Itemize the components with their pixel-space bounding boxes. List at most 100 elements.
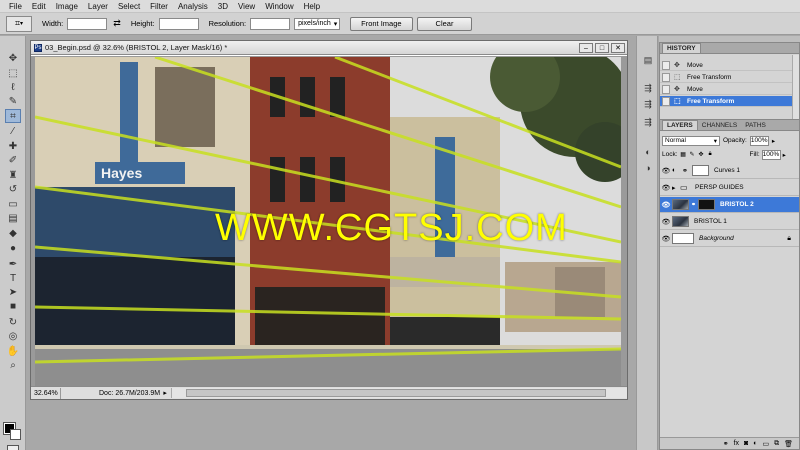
- tab-history[interactable]: HISTORY: [662, 43, 701, 53]
- pen-tool-icon[interactable]: ✒: [6, 258, 20, 270]
- quick-mask-button[interactable]: [7, 445, 19, 450]
- info-panel-icon[interactable]: ⇶: [641, 116, 655, 128]
- marquee-tool-icon[interactable]: ⬚: [6, 67, 20, 79]
- path-select-tool-icon[interactable]: ➤: [6, 286, 20, 298]
- 3d-orbit-tool-icon[interactable]: ◎: [6, 330, 20, 342]
- new-group-icon[interactable]: ▭: [762, 440, 769, 448]
- visibility-eye-icon[interactable]: 👁︎: [660, 201, 672, 209]
- minimize-button[interactable]: –: [579, 43, 593, 53]
- status-menu-arrow-icon[interactable]: ▸: [160, 389, 170, 397]
- 3d-rotate-tool-icon[interactable]: ↻: [6, 316, 20, 328]
- delete-layer-icon[interactable]: 🗑︎: [784, 440, 793, 448]
- move-tool-icon[interactable]: ✥: [6, 52, 20, 64]
- history-snapshot-checkbox[interactable]: [662, 72, 670, 82]
- maximize-button[interactable]: □: [595, 43, 609, 53]
- add-mask-icon[interactable]: ◙: [744, 440, 748, 447]
- adjustments-panel-icon[interactable]: ◐: [641, 146, 655, 158]
- history-step[interactable]: ✥ Move: [660, 84, 799, 95]
- blend-mode-select[interactable]: Normal ▾: [662, 135, 720, 146]
- history-snapshot-checkbox[interactable]: [662, 96, 670, 106]
- lock-transparent-icon[interactable]: ▦: [680, 151, 687, 158]
- lock-position-icon[interactable]: ✥: [698, 151, 705, 158]
- canvas-area[interactable]: Hayes WWW.CGTSJ.COM: [31, 56, 627, 386]
- scrollbar-thumb[interactable]: [186, 389, 606, 397]
- chevron-right-icon[interactable]: ▸: [772, 137, 775, 145]
- layer-row[interactable]: 👁︎ ◐ ⚭ Curves 1: [660, 163, 799, 179]
- blur-tool-icon[interactable]: ◆: [6, 227, 20, 239]
- history-snapshot-checkbox[interactable]: [662, 60, 670, 70]
- crop-tool-icon[interactable]: ⌗: [5, 109, 21, 123]
- history-snapshot-checkbox[interactable]: [662, 84, 670, 94]
- lock-image-icon[interactable]: ✎: [689, 151, 696, 158]
- visibility-eye-icon[interactable]: 👁︎: [660, 218, 672, 226]
- healing-brush-tool-icon[interactable]: ✚: [6, 140, 20, 152]
- fill-input[interactable]: 100%: [761, 149, 781, 160]
- actions-panel-icon[interactable]: ⇶: [641, 82, 655, 94]
- menu-filter[interactable]: Filter: [145, 0, 173, 13]
- swap-dimensions-icon[interactable]: ⇄: [113, 18, 121, 29]
- expand-arrow-icon[interactable]: ▸: [672, 184, 680, 192]
- document-titlebar[interactable]: Ps 03_Begin.psd @ 32.6% (BRISTOL 2, Laye…: [31, 41, 627, 55]
- menu-select[interactable]: Select: [113, 0, 145, 13]
- eraser-tool-icon[interactable]: ▭: [6, 198, 20, 210]
- opacity-input[interactable]: 100%: [749, 135, 769, 146]
- clone-stamp-tool-icon[interactable]: ♜: [6, 169, 20, 181]
- menu-window[interactable]: Window: [260, 0, 298, 13]
- dodge-tool-icon[interactable]: ●: [6, 242, 20, 254]
- front-image-button[interactable]: Front Image: [350, 16, 413, 31]
- zoom-level-field[interactable]: 32.64%: [31, 387, 61, 399]
- height-input[interactable]: [158, 17, 199, 30]
- layer-mask-thumbnail[interactable]: [698, 199, 716, 210]
- new-adjustment-icon[interactable]: ◐: [753, 440, 757, 447]
- menu-image[interactable]: Image: [51, 0, 83, 13]
- type-tool-icon[interactable]: T: [6, 272, 20, 284]
- layer-row[interactable]: 👁︎ BRISTOL 1: [660, 214, 799, 230]
- eyedropper-tool-icon[interactable]: ⁄: [6, 125, 20, 137]
- brush-tool-icon[interactable]: ✐: [6, 154, 20, 166]
- layer-row-selected[interactable]: 👁︎ ⚭ BRISTOL 2: [660, 197, 799, 213]
- tab-channels[interactable]: CHANNELS: [698, 121, 741, 130]
- link-layers-icon[interactable]: ⚭: [723, 440, 729, 448]
- layer-row[interactable]: 👁︎ ▸ ▭ PERSP GUIDES: [660, 180, 799, 196]
- layer-style-icon[interactable]: fx: [734, 440, 739, 447]
- visibility-eye-icon[interactable]: 👁︎: [660, 167, 672, 175]
- gradient-tool-icon[interactable]: ▤: [6, 212, 20, 224]
- resolution-input[interactable]: [250, 17, 291, 30]
- chevron-right-icon[interactable]: ▸: [783, 151, 786, 159]
- hand-tool-icon[interactable]: ✋: [6, 345, 20, 357]
- menu-edit[interactable]: Edit: [27, 0, 51, 13]
- close-button[interactable]: ✕: [611, 43, 625, 53]
- width-input[interactable]: [67, 17, 108, 30]
- history-panel-icon[interactable]: ▤: [641, 54, 655, 66]
- horizontal-scrollbar[interactable]: [171, 388, 627, 398]
- tab-layers[interactable]: LAYERS: [662, 120, 698, 130]
- menu-file[interactable]: File: [4, 0, 27, 13]
- tab-paths[interactable]: PATHS: [741, 121, 770, 130]
- menu-3d[interactable]: 3D: [213, 0, 233, 13]
- layer-row[interactable]: 👁︎ Background 🔒︎: [660, 231, 799, 247]
- lasso-tool-icon[interactable]: ℓ: [6, 81, 20, 93]
- background-color-swatch[interactable]: [10, 429, 21, 440]
- resolution-units-select[interactable]: pixels/inch ▾: [294, 17, 341, 30]
- history-step[interactable]: ✥ Move: [660, 60, 799, 71]
- menu-help[interactable]: Help: [299, 0, 325, 13]
- menu-analysis[interactable]: Analysis: [173, 0, 213, 13]
- clear-button[interactable]: Clear: [416, 16, 473, 31]
- masks-panel-icon[interactable]: ◑: [641, 162, 655, 174]
- document-size-info[interactable]: Doc: 26.7M/203.9M: [61, 390, 160, 397]
- street-photo-canvas[interactable]: Hayes WWW.CGTSJ.COM: [35, 57, 621, 386]
- navigator-panel-icon[interactable]: ⇶: [641, 98, 655, 110]
- history-step-selected[interactable]: ⬚ Free Transform: [660, 96, 799, 107]
- quick-select-tool-icon[interactable]: ✎: [6, 95, 20, 107]
- crop-tool-preset-picker[interactable]: ⌗ ▾: [6, 15, 32, 32]
- zoom-tool-icon[interactable]: ⌕: [6, 359, 20, 371]
- menu-view[interactable]: View: [233, 0, 260, 13]
- menu-layer[interactable]: Layer: [83, 0, 113, 13]
- history-brush-tool-icon[interactable]: ↺: [6, 183, 20, 195]
- new-layer-icon[interactable]: ⧉: [774, 440, 779, 448]
- visibility-eye-icon[interactable]: 👁︎: [660, 184, 672, 192]
- lock-all-icon[interactable]: 🔒︎: [707, 151, 714, 158]
- history-step[interactable]: ⬚ Free Transform: [660, 72, 799, 83]
- shape-tool-icon[interactable]: ■: [6, 300, 20, 312]
- visibility-eye-icon[interactable]: 👁︎: [660, 235, 672, 243]
